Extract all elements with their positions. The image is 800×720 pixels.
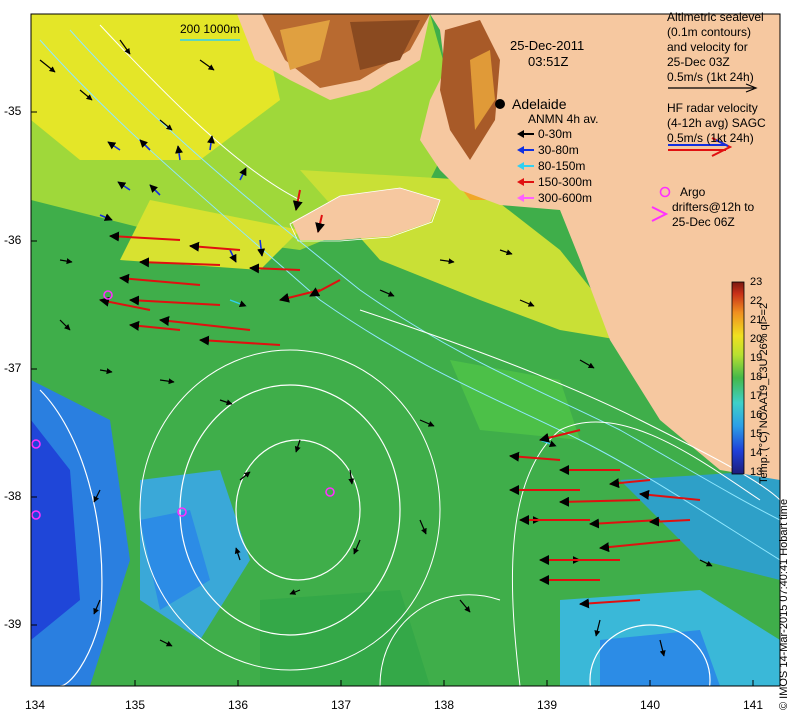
anmn-entry-0: 0-30m — [538, 127, 573, 141]
anmn-entry-4: 300-600m — [538, 191, 593, 205]
argo-legend-title: Argo — [680, 185, 706, 199]
lat-tick: -36 — [4, 233, 22, 247]
credit-text: © IMOS 14-Mar-2015 07:40:41 Hobart time — [778, 498, 790, 710]
lon-tick: 135 — [124, 698, 146, 712]
colorbar-title: Temp. (°C) NOAA19_L3U 26% ql>=2 — [758, 302, 770, 484]
city-label: Adelaide — [512, 96, 567, 112]
lon-tick: 134 — [24, 698, 46, 712]
hf-radar-legend: HF radar velocity (4-12h avg) SAGC 0.5m/… — [667, 101, 766, 145]
map-date: 25-Dec-2011 — [510, 38, 585, 53]
lon-tick: 139 — [536, 698, 558, 712]
anmn-entry-1: 30-80m — [538, 143, 579, 157]
argo-legend-line-3: 25-Dec 06Z — [672, 215, 735, 229]
lon-tick: 136 — [227, 698, 249, 712]
altimetric-legend: Altimetric sealevel (0.1m contours) and … — [667, 10, 764, 84]
scale-label: 200 1000m — [180, 22, 241, 36]
colorbar-tick: 23 — [750, 276, 763, 288]
adelaide-marker — [495, 99, 505, 109]
lon-tick: 137 — [330, 698, 352, 712]
lat-tick: -37 — [4, 361, 22, 375]
map-time: 03:51Z — [528, 54, 569, 69]
anmn-entry-3: 150-300m — [538, 175, 593, 189]
lat-tick: -38 — [4, 489, 22, 503]
argo-legend-line-2: drifters@12h to — [672, 200, 755, 214]
anmn-entry-2: 80-150m — [538, 159, 586, 173]
lon-tick: 141 — [742, 698, 764, 712]
lon-tick: 138 — [433, 698, 455, 712]
colorbar — [731, 281, 745, 475]
anmn-title: ANMN 4h av. — [528, 112, 599, 126]
lat-tick: -35 — [4, 104, 22, 118]
lon-tick: 140 — [639, 698, 661, 712]
lat-tick: -39 — [4, 617, 22, 631]
